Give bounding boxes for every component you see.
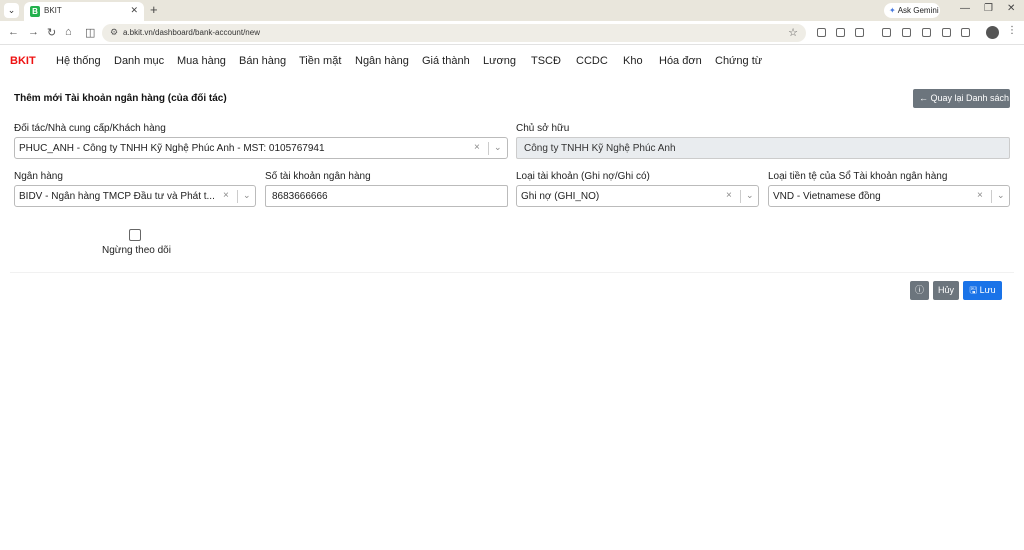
new-tab-button[interactable]: + [150, 2, 158, 17]
clear-icon[interactable]: × [223, 190, 229, 201]
menu-ban-hang[interactable]: Bán hàng [239, 55, 286, 67]
url-text: a.bkit.vn/dashboard/bank-account/new [123, 28, 260, 37]
clear-icon[interactable]: × [726, 190, 732, 201]
select-separator [991, 190, 992, 203]
extensions-puzzle-icon[interactable] [855, 28, 864, 37]
menu-ngan-hang[interactable]: Ngân hàng [355, 55, 409, 67]
bookmark-star-icon[interactable]: ☆ [788, 26, 798, 39]
payment-card-icon[interactable] [902, 28, 911, 37]
partner-label: Đối tác/Nhà cung cấp/Khách hàng [14, 123, 166, 134]
clear-icon[interactable]: × [977, 190, 983, 201]
side-panel-icon[interactable]: ◫ [85, 26, 95, 39]
account-type-select-value: Ghi nợ (GHI_NO) [521, 191, 600, 202]
menu-hoa-don[interactable]: Hóa đơn [659, 55, 702, 67]
arrow-left-icon: ← [919, 93, 928, 103]
save-button-label: Lưu [979, 285, 996, 295]
owner-field: Công ty TNHH Kỹ Nghệ Phúc Anh [516, 137, 1010, 159]
menu-ccdc[interactable]: CCDC [576, 55, 608, 67]
window-close-icon[interactable]: ✕ [1007, 3, 1015, 14]
inactive-checkbox[interactable] [129, 229, 141, 241]
menu-tien-mat[interactable]: Tiền mặt [299, 55, 341, 67]
info-icon: ⓘ [914, 285, 924, 295]
inactive-checkbox-label: Ngừng theo dõi [102, 245, 171, 256]
menu-mua-hang[interactable]: Mua hàng [177, 55, 226, 67]
currency-select[interactable]: VND - Vietnamese đồng × ⌄ [768, 185, 1010, 207]
chevron-down-icon[interactable]: ⌄ [243, 190, 251, 201]
save-button[interactable]: 🖫 Lưu [963, 281, 1002, 300]
account-number-label: Số tài khoản ngân hàng [265, 171, 371, 182]
bank-select[interactable]: BIDV - Ngân hàng TMCP Đầu tư và Phát t..… [14, 185, 256, 207]
forward-arrow-icon[interactable]: → [28, 26, 39, 38]
menu-kho[interactable]: Kho [623, 55, 643, 67]
currency-select-value: VND - Vietnamese đồng [773, 191, 881, 202]
clear-icon[interactable]: × [474, 142, 480, 153]
reading-list-icon[interactable] [922, 28, 931, 37]
tab-title: BKIT [44, 6, 62, 15]
password-key-icon[interactable] [882, 28, 891, 37]
select-separator [740, 190, 741, 203]
floppy-disk-icon: 🖫 [969, 285, 978, 295]
sidebar-icon[interactable] [942, 28, 951, 37]
browser-tab-bar: ⌄ B BKIT ✕ + ✦ Ask Gemini — ❐ ✕ [0, 0, 1024, 21]
partner-select-value: PHUC_ANH - Công ty TNHH Kỹ Nghệ Phúc Anh… [19, 143, 325, 154]
ask-gemini-button[interactable]: ✦ Ask Gemini [884, 3, 940, 18]
restore-icon[interactable]: ❐ [984, 3, 993, 14]
extension-bug-icon[interactable] [961, 28, 970, 37]
bank-label: Ngân hàng [14, 171, 63, 182]
partner-select[interactable]: PHUC_ANH - Công ty TNHH Kỹ Nghệ Phúc Anh… [14, 137, 508, 159]
currency-label: Loại tiền tệ của Sổ Tài khoản ngân hàng [768, 171, 948, 182]
back-to-list-label: Quay lại Danh sách [930, 93, 1010, 103]
menu-gia-thanh[interactable]: Giá thành [422, 55, 470, 67]
profile-avatar[interactable] [986, 26, 999, 39]
home-icon[interactable]: ⌂ [65, 26, 72, 38]
chevron-down-icon[interactable]: ⌄ [997, 190, 1005, 201]
chevron-down-icon[interactable]: ⌄ [494, 142, 502, 153]
minimize-icon[interactable]: — [960, 3, 970, 14]
menu-tscd[interactable]: TSCĐ [531, 55, 561, 67]
tab-search-chevron-icon[interactable]: ⌄ [4, 3, 19, 18]
page-title: Thêm mới Tài khoản ngân hàng (của đối tá… [14, 93, 227, 104]
tab-close-icon[interactable]: ✕ [130, 5, 138, 16]
app-navbar: BKIT Hệ thống Danh mục Mua hàng Bán hàng… [0, 45, 1024, 77]
menu-danh-muc[interactable]: Danh mục [114, 55, 164, 67]
site-info-icon[interactable]: ⚙ [110, 27, 118, 38]
info-button[interactable]: ⓘ [910, 281, 929, 300]
chevron-down-icon[interactable]: ⌄ [746, 190, 754, 201]
reload-icon[interactable]: ↻ [47, 26, 56, 39]
owner-field-value: Công ty TNHH Kỹ Nghệ Phúc Anh [524, 143, 676, 154]
cancel-button[interactable]: Hủy [933, 281, 959, 300]
ask-gemini-label: Ask Gemini [897, 6, 939, 15]
bkit-favicon-icon: B [30, 6, 40, 17]
select-separator [237, 190, 238, 203]
brand-logo[interactable]: BKIT [10, 55, 36, 67]
account-number-value: 8683666666 [272, 191, 328, 202]
browser-menu-icon[interactable]: ⋮ [1007, 25, 1017, 36]
extension-pen-icon[interactable] [817, 28, 826, 37]
gemini-sparkle-icon: ✦ [889, 6, 896, 15]
account-type-select[interactable]: Ghi nợ (GHI_NO) × ⌄ [516, 185, 759, 207]
menu-luong[interactable]: Lương [483, 55, 516, 67]
back-arrow-icon[interactable]: ← [8, 26, 19, 38]
back-to-list-button[interactable]: ← Quay lại Danh sách [913, 89, 1010, 108]
browser-toolbar: ← → ↻ ⌂ ◫ ⚙ a.bkit.vn/dashboard/bank-acc… [0, 21, 1024, 45]
select-separator [488, 142, 489, 155]
menu-he-thong[interactable]: Hệ thống [56, 55, 101, 67]
owner-label: Chủ sở hữu [516, 123, 570, 134]
extension-tabs-icon[interactable] [836, 28, 845, 37]
menu-chung-tu[interactable]: Chứng từ [715, 55, 762, 67]
account-number-input[interactable]: 8683666666 [265, 185, 508, 207]
browser-tab[interactable]: B BKIT ✕ [24, 2, 144, 21]
footer-divider [10, 272, 1014, 273]
address-bar[interactable]: ⚙ a.bkit.vn/dashboard/bank-account/new ☆ [102, 24, 806, 42]
account-type-label: Loại tài khoản (Ghi nợ/Ghi có) [516, 171, 650, 182]
bank-select-value: BIDV - Ngân hàng TMCP Đầu tư và Phát t..… [19, 191, 215, 202]
